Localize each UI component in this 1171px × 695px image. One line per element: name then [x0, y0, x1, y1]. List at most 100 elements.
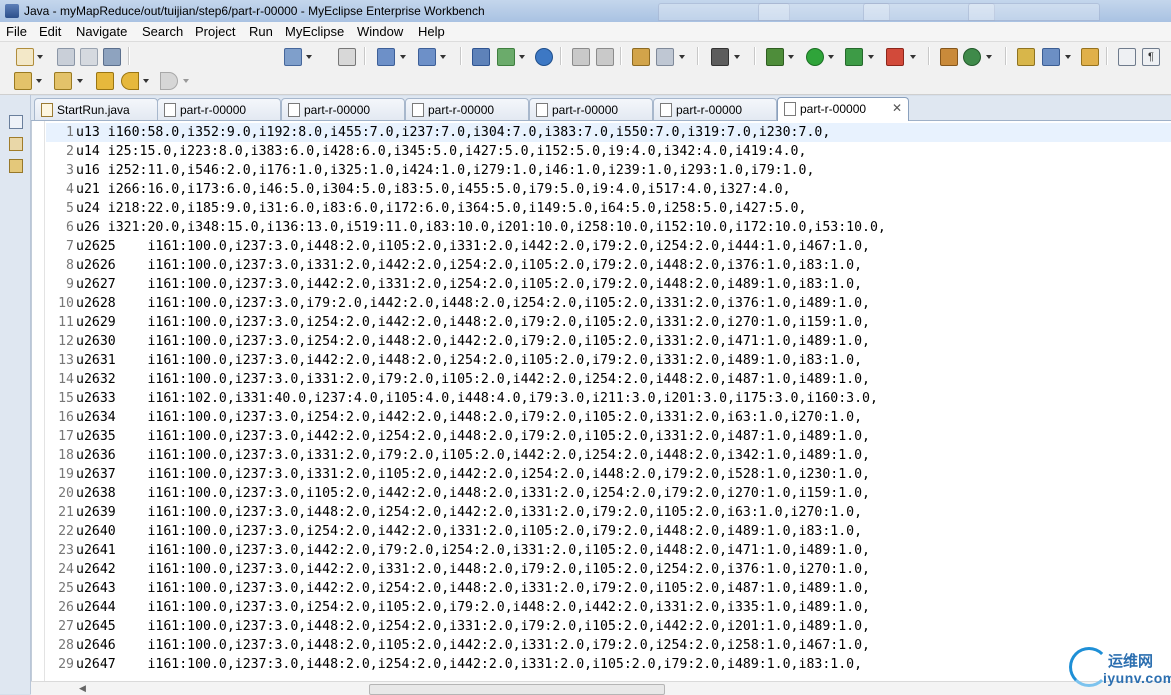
scroll-left-icon[interactable]: ◀ [79, 683, 86, 694]
print-icon[interactable] [103, 48, 121, 66]
previous-annotation-dropdown-icon[interactable] [77, 79, 83, 83]
code-line[interactable]: 25 u2643 i161:100.0,i237:3.0,i442:2.0,i25… [46, 579, 1171, 598]
code-line[interactable]: 26 u2644 i161:100.0,i237:3.0,i254:2.0,i10… [46, 598, 1171, 617]
forward-dropdown-icon[interactable] [183, 79, 189, 83]
debug-icon[interactable] [766, 48, 784, 66]
deploy-icon[interactable] [377, 48, 395, 66]
open-resource-icon[interactable] [497, 48, 515, 66]
last-edit-location-icon[interactable] [96, 72, 114, 90]
report-icon[interactable] [632, 48, 650, 66]
code-line[interactable]: 15 u2633 i161:102.0,i331:40.0,i237:4.0,i1… [46, 389, 1171, 408]
code-line[interactable]: 2 u14 i25:15.0,i223:8.0,i383:6.0,i428:6.0… [46, 142, 1171, 161]
database-dropdown-icon[interactable] [679, 55, 685, 59]
menu-project[interactable]: Project [195, 24, 235, 39]
server-icon[interactable] [418, 48, 436, 66]
code-line[interactable]: 3 u16 i252:11.0,i546:2.0,i176:1.0,i325:1.… [46, 161, 1171, 180]
terminal-icon[interactable] [338, 48, 356, 66]
refresh-dropdown-icon[interactable] [986, 55, 992, 59]
code-line[interactable]: 22 u2640 i161:100.0,i237:3.0,i254:2.0,i44… [46, 522, 1171, 541]
tab-part-r-00000-2[interactable]: part-r-00000 [281, 98, 405, 120]
external-tools-icon[interactable] [886, 48, 904, 66]
code-line[interactable]: 19 u2637 i161:100.0,i237:3.0,i331:2.0,i10… [46, 465, 1171, 484]
new-web-project-icon[interactable] [284, 48, 302, 66]
back-arrow-icon[interactable] [121, 72, 139, 90]
code-line[interactable]: 9 u2627 i161:100.0,i237:3.0,i442:2.0,i331… [46, 275, 1171, 294]
tab-part-r-00000-active[interactable]: part-r-00000 ✕ [777, 97, 909, 121]
code-line[interactable]: 14 u2632 i161:100.0,i237:3.0,i331:2.0,i79… [46, 370, 1171, 389]
next-annotation-icon[interactable] [14, 72, 32, 90]
code-line[interactable]: 16 u2634 i161:100.0,i237:3.0,i254:2.0,i44… [46, 408, 1171, 427]
external-tools-dropdown-icon[interactable] [910, 55, 916, 59]
coverage-dropdown-icon[interactable] [868, 55, 874, 59]
code-line[interactable]: 10 u2628 i161:100.0,i237:3.0,i79:2.0,i442… [46, 294, 1171, 313]
menu-run[interactable]: Run [249, 24, 273, 39]
tab-startrun-java[interactable]: StartRun.java [34, 98, 158, 120]
code-line[interactable]: 8 u2626 i161:100.0,i237:3.0,i331:2.0,i442… [46, 256, 1171, 275]
previous-annotation-icon[interactable] [54, 72, 72, 90]
code-line[interactable]: 27 u2645 i161:100.0,i237:3.0,i448:2.0,i25… [46, 617, 1171, 636]
tab-part-r-00000-4[interactable]: part-r-00000 [529, 98, 653, 120]
pilcrow-icon[interactable]: ¶ [1142, 48, 1160, 66]
run-icon[interactable] [806, 48, 824, 66]
code-line[interactable]: 24 u2642 i161:100.0,i237:3.0,i442:2.0,i33… [46, 560, 1171, 579]
code-line[interactable]: 12 u2630 i161:100.0,i237:3.0,i254:2.0,i44… [46, 332, 1171, 351]
new-dropdown-icon[interactable] [37, 55, 43, 59]
package-icon[interactable] [940, 48, 958, 66]
open-type-icon[interactable] [472, 48, 490, 66]
menu-search[interactable]: Search [142, 24, 183, 39]
tab-part-r-00000-3[interactable]: part-r-00000 [405, 98, 529, 120]
forward-nav-icon[interactable] [596, 48, 614, 66]
menu-myeclipse[interactable]: MyEclipse [285, 24, 344, 39]
package-explorer-icon[interactable] [9, 137, 23, 151]
code-line[interactable]: 6 u26 i321:20.0,i348:15.0,i136:13.0,i519:… [46, 218, 1171, 237]
database-icon[interactable] [656, 48, 674, 66]
menu-window[interactable]: Window [357, 24, 403, 39]
refresh-icon[interactable] [963, 48, 981, 66]
open-resource-dropdown-icon[interactable] [519, 55, 525, 59]
restore-view-icon[interactable] [9, 115, 23, 129]
code-line[interactable]: 23 u2641 i161:100.0,i237:3.0,i442:2.0,i79… [46, 541, 1171, 560]
pin-dropdown-icon[interactable] [1065, 55, 1071, 59]
code-line[interactable]: 17 u2635 i161:100.0,i237:3.0,i442:2.0,i25… [46, 427, 1171, 446]
pin-icon[interactable] [1042, 48, 1060, 66]
menu-navigate[interactable]: Navigate [76, 24, 127, 39]
close-tab-icon[interactable]: ✕ [892, 101, 902, 115]
menu-file[interactable]: File [6, 24, 27, 39]
back-nav-icon[interactable] [572, 48, 590, 66]
coverage-icon[interactable] [845, 48, 863, 66]
menu-edit[interactable]: Edit [39, 24, 61, 39]
menu-help[interactable]: Help [418, 24, 445, 39]
horizontal-scrollbar[interactable]: ◀ [31, 681, 1171, 695]
hierarchy-icon[interactable] [9, 159, 23, 173]
folder-icon[interactable] [1081, 48, 1099, 66]
code-line[interactable]: 7 u2625 i161:100.0,i237:3.0,i448:2.0,i105… [46, 237, 1171, 256]
server-dropdown-icon[interactable] [440, 55, 446, 59]
save-icon[interactable] [57, 48, 75, 66]
next-annotation-dropdown-icon[interactable] [36, 79, 42, 83]
tab-part-r-00000-1[interactable]: part-r-00000 [157, 98, 281, 120]
code-line[interactable]: 29 u2647 i161:100.0,i237:3.0,i448:2.0,i25… [46, 655, 1171, 674]
forward-arrow-icon[interactable] [160, 72, 178, 90]
open-perspective-icon[interactable] [1017, 48, 1035, 66]
globe-icon[interactable] [535, 48, 553, 66]
tab-part-r-00000-5[interactable]: part-r-00000 [653, 98, 777, 120]
code-line[interactable]: 13 u2631 i161:100.0,i237:3.0,i442:2.0,i44… [46, 351, 1171, 370]
new-web-project-dropdown-icon[interactable] [306, 55, 312, 59]
code-line[interactable]: 4 u21 i266:16.0,i173:6.0,i46:5.0,i304:5.0… [46, 180, 1171, 199]
editor-content[interactable]: 1 u13 i160:58.0,i352:9.0,i192:8.0,i455:7.… [46, 123, 1171, 674]
code-line[interactable]: 20 u2638 i161:100.0,i237:3.0,i105:2.0,i44… [46, 484, 1171, 503]
camera-dropdown-icon[interactable] [734, 55, 740, 59]
save-all-icon[interactable] [80, 48, 98, 66]
back-dropdown-icon[interactable] [143, 79, 149, 83]
run-dropdown-icon[interactable] [828, 55, 834, 59]
deploy-dropdown-icon[interactable] [400, 55, 406, 59]
text-editor[interactable]: 1 u13 i160:58.0,i352:9.0,i192:8.0,i455:7.… [31, 121, 1171, 694]
new-icon[interactable] [16, 48, 34, 66]
code-line[interactable]: 28 u2646 i161:100.0,i237:3.0,i448:2.0,i10… [46, 636, 1171, 655]
code-line[interactable]: 11 u2629 i161:100.0,i237:3.0,i254:2.0,i44… [46, 313, 1171, 332]
code-line[interactable]: 21 u2639 i161:100.0,i237:3.0,i448:2.0,i25… [46, 503, 1171, 522]
code-line[interactable]: 5 u24 i218:22.0,i185:9.0,i31:6.0,i83:6.0,… [46, 199, 1171, 218]
show-whitespace-icon[interactable] [1118, 48, 1136, 66]
camera-icon[interactable] [711, 48, 729, 66]
code-line[interactable]: 1 u13 i160:58.0,i352:9.0,i192:8.0,i455:7.… [46, 123, 1171, 142]
